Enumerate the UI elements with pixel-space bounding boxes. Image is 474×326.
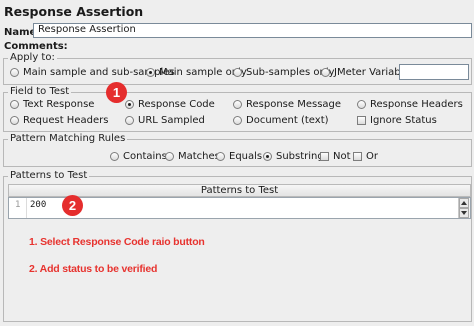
- radio-jmeter-variable[interactable]: JMeter Variable: [321, 67, 410, 78]
- radio-main-only[interactable]: Main sample only: [146, 67, 247, 78]
- annotation-note-1: 1. Select Response Code raio button: [29, 236, 205, 248]
- checkbox-label: Or: [366, 151, 378, 162]
- arrow-down-icon: [461, 211, 467, 215]
- radio-request-headers[interactable]: Request Headers: [10, 115, 108, 126]
- radio-button-selected[interactable]: [125, 100, 134, 109]
- radio-label: URL Sampled: [138, 115, 205, 126]
- scroll-up-button[interactable]: [459, 198, 469, 208]
- checkbox[interactable]: [357, 116, 366, 125]
- radio-label: Response Headers: [370, 99, 463, 110]
- radio-button[interactable]: [216, 152, 225, 161]
- checkbox[interactable]: [320, 152, 329, 161]
- annotation-badge-2: 2: [62, 195, 83, 216]
- pattern-value[interactable]: 200: [30, 200, 46, 210]
- pattern-matching-legend: Pattern Matching Rules: [8, 133, 128, 144]
- radio-response-message[interactable]: Response Message: [233, 99, 341, 110]
- radio-button[interactable]: [233, 68, 242, 77]
- radio-label: Request Headers: [23, 115, 109, 126]
- radio-label: Substring: [276, 151, 324, 162]
- radio-label: Matches: [178, 151, 220, 162]
- radio-contains[interactable]: Contains: [110, 151, 167, 162]
- radio-label: Document (text): [246, 115, 329, 126]
- arrow-up-icon: [461, 201, 467, 205]
- radio-sub-only[interactable]: Sub-samples only: [233, 67, 335, 78]
- jmeter-variable-input[interactable]: [399, 64, 469, 80]
- radio-url-sampled[interactable]: URL Sampled: [125, 115, 205, 126]
- apply-to-legend: Apply to:: [8, 52, 57, 63]
- not-checkbox[interactable]: Not: [320, 151, 351, 162]
- editor-scrollbar[interactable]: [458, 198, 470, 218]
- gutter-divider: [26, 198, 27, 218]
- patterns-column-header[interactable]: Patterns to Test: [8, 184, 471, 197]
- scroll-down-button[interactable]: [459, 208, 469, 218]
- radio-label: Equals: [229, 151, 263, 162]
- radio-equals[interactable]: Equals: [216, 151, 262, 162]
- annotation-note-2: 2. Add status to be verified: [29, 263, 158, 275]
- radio-button[interactable]: [321, 68, 330, 77]
- radio-button[interactable]: [110, 152, 119, 161]
- panel-title: Response Assertion: [4, 4, 144, 19]
- radio-response-code[interactable]: Response Code: [125, 99, 215, 110]
- radio-substring[interactable]: Substring: [263, 151, 324, 162]
- radio-button[interactable]: [10, 68, 19, 77]
- line-number: 1: [15, 200, 21, 210]
- checkbox-label: Not: [333, 151, 351, 162]
- radio-button-selected[interactable]: [263, 152, 272, 161]
- radio-button[interactable]: [125, 116, 134, 125]
- field-to-test-legend: Field to Test: [8, 86, 72, 97]
- checkbox-label: Ignore Status: [370, 115, 437, 126]
- comments-label: Comments:: [4, 41, 68, 52]
- radio-button[interactable]: [10, 116, 19, 125]
- radio-document-text[interactable]: Document (text): [233, 115, 329, 126]
- radio-button[interactable]: [10, 100, 19, 109]
- checkbox[interactable]: [353, 152, 362, 161]
- or-checkbox[interactable]: Or: [353, 151, 378, 162]
- radio-label: Contains: [123, 151, 167, 162]
- patterns-legend: Patterns to Test: [8, 170, 90, 181]
- annotation-badge-1: 1: [106, 82, 127, 103]
- radio-response-headers[interactable]: Response Headers: [357, 99, 463, 110]
- radio-button[interactable]: [233, 100, 242, 109]
- radio-button[interactable]: [233, 116, 242, 125]
- ignore-status-checkbox[interactable]: Ignore Status: [357, 115, 437, 126]
- name-field[interactable]: Response Assertion: [33, 23, 472, 38]
- radio-label: Text Response: [23, 99, 95, 110]
- field-to-test-group: [3, 92, 472, 132]
- radio-matches[interactable]: Matches: [165, 151, 220, 162]
- radio-button-selected[interactable]: [146, 68, 155, 77]
- radio-button[interactable]: [357, 100, 366, 109]
- radio-label: Response Message: [246, 99, 342, 110]
- radio-button[interactable]: [165, 152, 174, 161]
- radio-label: Response Code: [138, 99, 215, 110]
- radio-text-response[interactable]: Text Response: [10, 99, 94, 110]
